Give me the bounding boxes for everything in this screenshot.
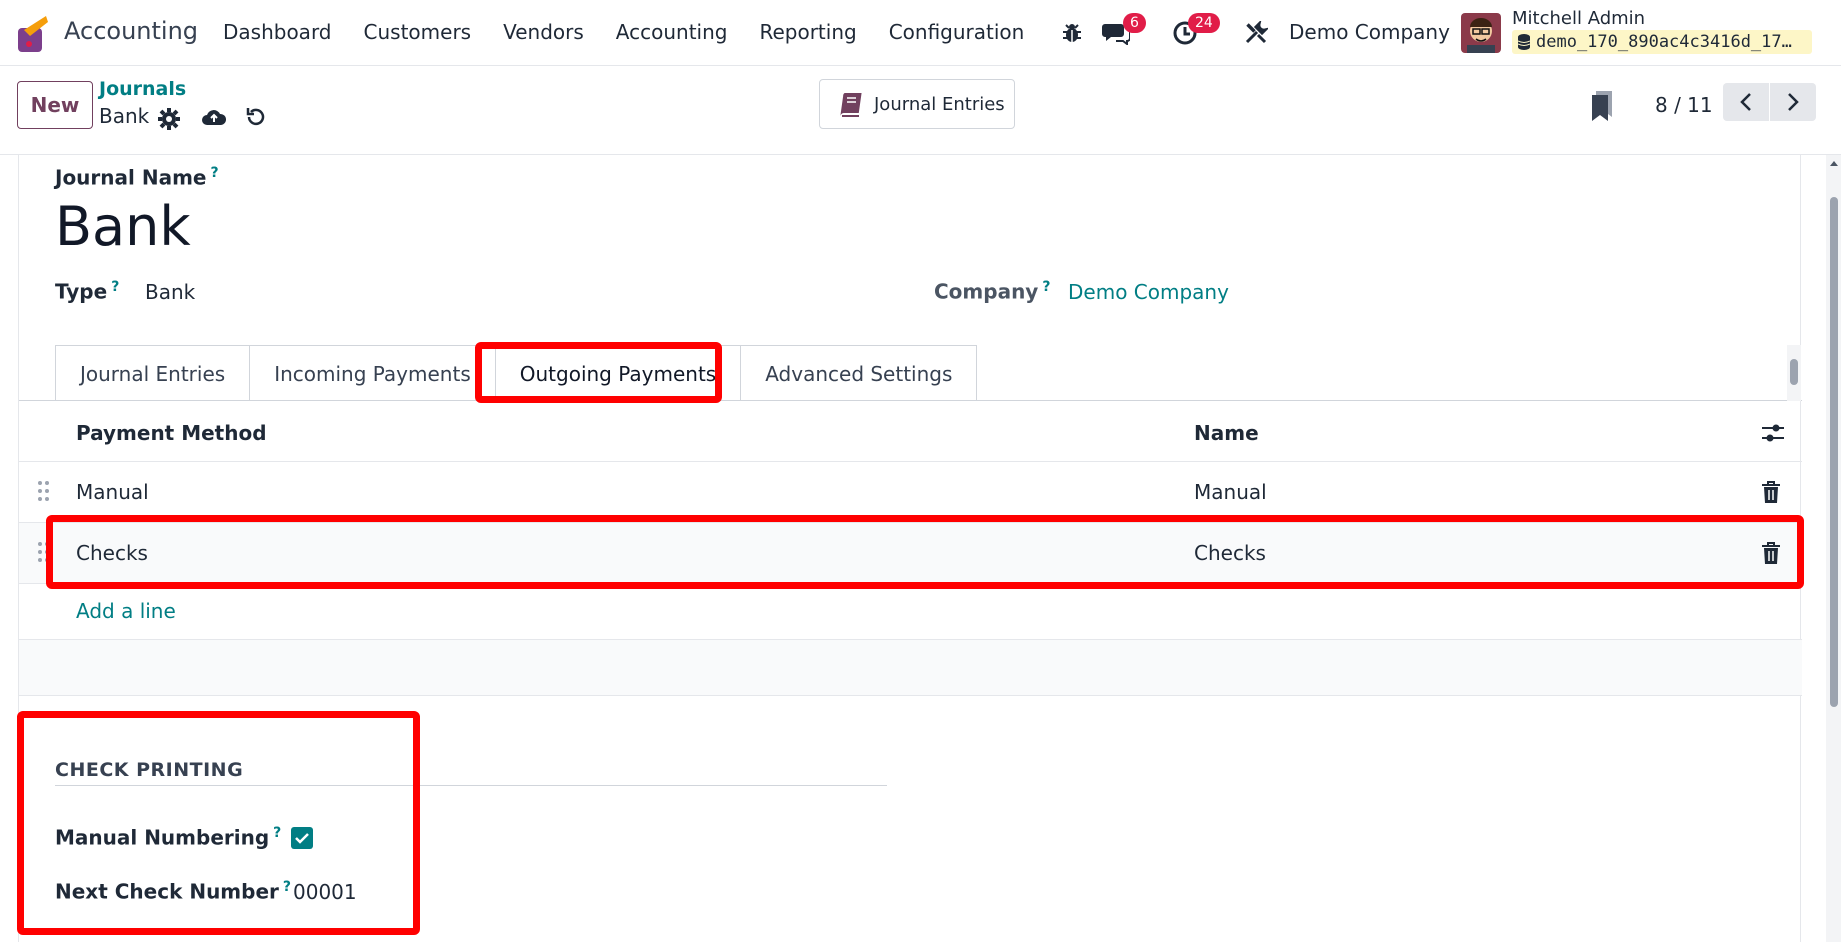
book-icon [840,93,862,117]
database-name: demo_170_890ac4c3416d_17… [1536,32,1792,52]
tabs-divider [19,400,1802,401]
checkmark-icon [295,833,309,844]
check-printing-title: CHECK PRINTING [55,759,244,781]
app-name[interactable]: Accounting [64,17,198,45]
trash-icon[interactable] [1760,480,1782,504]
discard-undo-icon[interactable] [243,104,269,130]
top-navbar: Accounting Dashboard Customers Vendors A… [0,0,1841,66]
accounting-app-icon[interactable] [16,16,48,54]
tab-journal-entries[interactable]: Journal Entries [55,345,251,401]
tabs-scroll-thumb[interactable] [1790,359,1798,385]
pager-value[interactable]: 8 / 11 [1655,93,1713,117]
bookmark-icon[interactable] [1590,90,1614,122]
messages-badge: 6 [1123,13,1146,33]
journal-name-value[interactable]: Bank [55,195,191,258]
smart-button-label: Journal Entries [874,93,1005,115]
name-cell[interactable]: Manual [1194,480,1267,504]
menu-customers[interactable]: Customers [364,20,472,44]
menu-dashboard[interactable]: Dashboard [223,20,332,44]
menu-accounting[interactable]: Accounting [616,20,728,44]
row-divider [19,583,1802,584]
next-check-number-value[interactable]: 00001 [293,880,357,904]
gear-icon[interactable] [156,106,182,132]
table-row[interactable]: Manual Manual [19,461,1802,522]
chevron-left-icon [1740,93,1751,111]
help-tooltip-icon[interactable]: ? [273,825,281,841]
help-tooltip-icon[interactable]: ? [1042,279,1050,295]
messages-icon[interactable]: 6 [1101,13,1146,48]
tab-outgoing-payments[interactable]: Outgoing Payments [495,345,742,401]
pager-previous-button[interactable] [1723,83,1769,121]
payment-method-cell[interactable]: Manual [76,480,149,504]
new-button[interactable]: New [17,81,93,129]
activities-clock-icon[interactable]: 24 [1170,13,1220,48]
menu-configuration[interactable]: Configuration [889,20,1025,44]
menu-vendors[interactable]: Vendors [503,20,584,44]
journal-name-label: Journal Name? [55,165,219,190]
company-label: Company? [934,279,1051,304]
save-cloud-icon[interactable] [201,104,227,130]
help-tooltip-icon[interactable]: ? [210,165,218,181]
main-menu: Dashboard Customers Vendors Accounting R… [223,20,1056,44]
company-value[interactable]: Demo Company [1068,280,1229,304]
breadcrumb-journals[interactable]: Journals [99,78,186,100]
scroll-up-icon[interactable] [1829,159,1839,167]
breadcrumb-current: Bank [99,104,150,128]
notebook-tabs: Journal Entries Incoming Payments Outgoi… [55,345,978,401]
tools-icon[interactable] [1241,18,1271,48]
help-tooltip-icon[interactable]: ? [283,879,291,895]
user-name[interactable]: Mitchell Admin [1512,8,1645,29]
manual-numbering-checkbox[interactable] [291,827,313,849]
help-tooltip-icon[interactable]: ? [111,279,119,295]
name-cell[interactable]: Checks [1194,541,1266,565]
debug-bug-icon[interactable] [1057,18,1087,48]
pager-next-button[interactable] [1770,83,1816,121]
table-footer-band [19,639,1802,696]
database-icon [1518,34,1530,50]
chevron-right-icon [1788,93,1799,111]
activities-badge: 24 [1188,13,1220,33]
column-name[interactable]: Name [1194,421,1259,445]
form-sheet: Journal Name? Bank Type? Bank Company? D… [18,155,1802,942]
type-value[interactable]: Bank [145,280,195,304]
menu-reporting[interactable]: Reporting [759,20,856,44]
payment-method-cell[interactable]: Checks [76,541,148,565]
company-switcher[interactable]: Demo Company [1289,20,1450,44]
column-settings-icon[interactable] [1762,423,1784,443]
trash-icon[interactable] [1760,541,1782,565]
add-line-link[interactable]: Add a line [76,599,176,623]
control-panel: New Journals Bank Journal Entries 8 / 11 [0,66,1841,155]
tabs-scrollbar[interactable] [1787,345,1801,401]
next-check-number-label: Next Check Number? [55,879,292,904]
database-chip: demo_170_890ac4c3416d_17… [1512,30,1812,54]
type-label: Type? [55,279,120,304]
drag-handle-icon[interactable] [37,480,51,502]
user-avatar[interactable] [1461,13,1501,53]
section-divider [55,785,887,786]
page-scrollbar[interactable] [1826,155,1841,942]
tab-advanced-settings[interactable]: Advanced Settings [741,345,978,401]
tab-incoming-payments[interactable]: Incoming Payments [250,345,496,401]
drag-handle-icon[interactable] [37,541,51,563]
manual-numbering-label: Manual Numbering? [55,825,282,850]
page-scroll-thumb[interactable] [1830,197,1838,707]
table-row[interactable]: Checks Checks [19,522,1802,583]
column-payment-method[interactable]: Payment Method [76,421,267,445]
journal-entries-smart-button[interactable]: Journal Entries [819,79,1015,129]
